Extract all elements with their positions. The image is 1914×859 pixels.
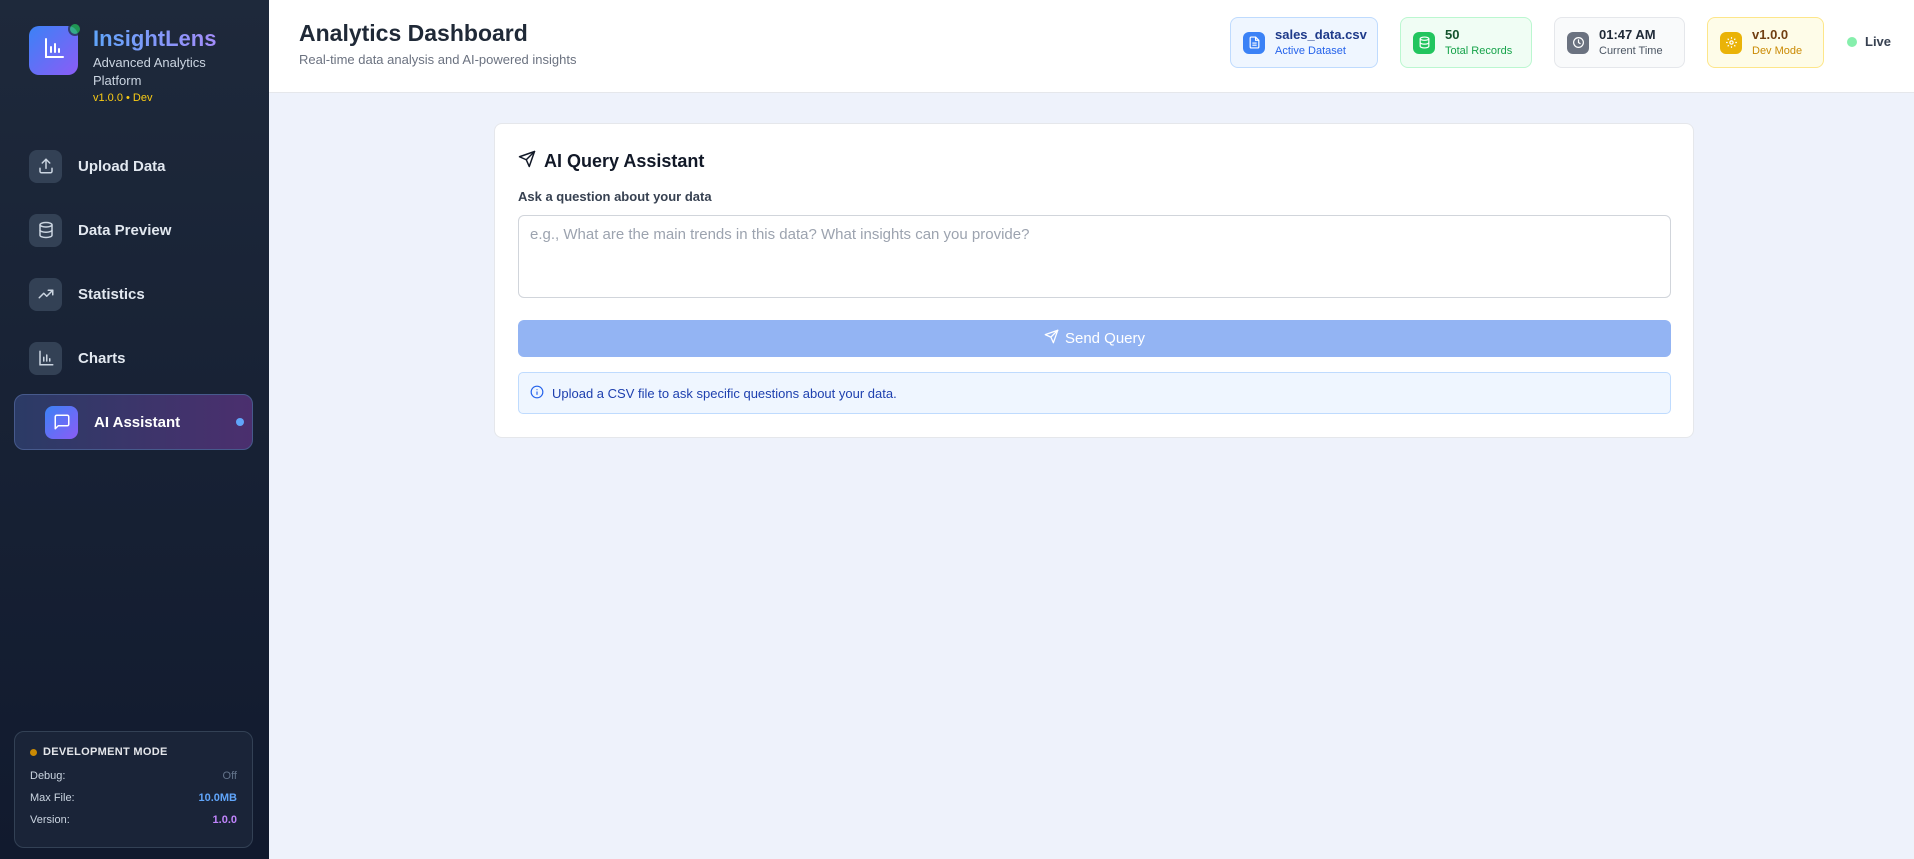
- stat-active-dataset: sales_data.csv Active Dataset: [1230, 17, 1378, 68]
- live-indicator: Live: [1847, 34, 1891, 49]
- brand-name: InsightLens: [93, 26, 223, 52]
- sidebar-item-upload-data[interactable]: Upload Data: [14, 138, 253, 194]
- query-input[interactable]: [518, 215, 1671, 298]
- info-text: Upload a CSV file to ask specific questi…: [552, 385, 897, 401]
- sidebar-item-label: Statistics: [78, 285, 145, 303]
- sidebar-nav: Upload Data Data Preview Statistics Char…: [14, 138, 253, 458]
- dev-panel-title: DEVELOPMENT MODE: [43, 746, 168, 758]
- settings-icon: [1720, 31, 1742, 54]
- status-dot: [68, 22, 82, 36]
- send-query-label: Send Query: [1064, 330, 1146, 347]
- brand-subtitle: Advanced Analytics Platform: [93, 55, 206, 88]
- dev-row-version: Version: 1.0.0: [30, 814, 237, 826]
- brand: InsightLens Advanced Analytics Platform …: [29, 22, 223, 104]
- send-icon: [1044, 329, 1065, 348]
- top-header: Analytics Dashboard Real-time data analy…: [269, 0, 1914, 93]
- send-query-button[interactable]: Send Query: [518, 320, 1671, 357]
- database-icon: [1413, 31, 1435, 54]
- query-field-label: Ask a question about your data: [518, 189, 712, 204]
- sidebar-item-label: Upload Data: [78, 157, 166, 175]
- info-banner: Upload a CSV file to ask specific questi…: [518, 372, 1671, 414]
- stat-label: Active Dataset: [1275, 44, 1346, 57]
- stat-value: sales_data.csv: [1275, 26, 1367, 42]
- dev-row-debug: Debug: Off: [30, 770, 237, 782]
- dev-row-value: 1.0.0: [212, 814, 237, 826]
- sidebar-item-label: AI Assistant: [94, 413, 181, 431]
- database-icon: [29, 213, 62, 247]
- info-icon: [530, 385, 552, 402]
- bar-chart-icon: [29, 341, 62, 375]
- dev-row-label: Version:: [30, 814, 70, 826]
- active-indicator: [236, 418, 244, 426]
- live-label: Live: [1865, 34, 1892, 49]
- file-icon: [1243, 31, 1265, 54]
- sidebar-item-ai-assistant[interactable]: AI Assistant: [14, 394, 253, 450]
- sidebar-item-label: Data Preview: [78, 221, 172, 239]
- brand-logo: [29, 22, 82, 75]
- sidebar-item-statistics[interactable]: Statistics: [14, 266, 253, 322]
- stat-label: Current Time: [1599, 44, 1663, 57]
- version-tag: v1.0.0 • Dev: [93, 92, 153, 104]
- dev-row-value: Off: [222, 770, 237, 782]
- page-subtitle: Real-time data analysis and AI-powered i…: [299, 52, 577, 67]
- card-title: AI Query Assistant: [544, 151, 705, 171]
- dev-row-value: 10.0MB: [198, 792, 237, 804]
- bar-chart-icon: [42, 36, 66, 65]
- stat-dev-mode: v1.0.0 Dev Mode: [1707, 17, 1824, 68]
- upload-icon: [29, 149, 62, 183]
- trending-up-icon: [29, 277, 62, 311]
- dev-mode-panel: DEVELOPMENT MODE Debug: Off Max File: 10…: [14, 731, 253, 848]
- stat-label: Total Records: [1445, 44, 1513, 57]
- sidebar-item-label: Charts: [78, 349, 126, 367]
- stat-total-records: 50 Total Records: [1400, 17, 1532, 68]
- sidebar-item-charts[interactable]: Charts: [14, 330, 253, 386]
- ai-query-card: AI Query Assistant Ask a question about …: [494, 123, 1694, 438]
- message-square-icon: [45, 405, 78, 439]
- stat-label: Dev Mode: [1752, 44, 1803, 57]
- clock-icon: [1567, 31, 1589, 54]
- send-icon: [518, 150, 544, 173]
- dev-row-label: Max File:: [30, 792, 75, 804]
- dev-status-dot: [30, 748, 37, 756]
- sidebar-item-data-preview[interactable]: Data Preview: [14, 202, 253, 258]
- stat-value: v1.0.0: [1752, 26, 1789, 42]
- dev-row-max-file: Max File: 10.0MB: [30, 792, 237, 804]
- live-dot: [1847, 36, 1857, 47]
- stat-value: 01:47 AM: [1599, 26, 1656, 42]
- stat-value: 50: [1445, 26, 1460, 42]
- stat-current-time: 01:47 AM Current Time: [1554, 17, 1685, 68]
- page-title: Analytics Dashboard: [299, 20, 528, 46]
- sidebar: InsightLens Advanced Analytics Platform …: [0, 0, 269, 859]
- dev-row-label: Debug:: [30, 770, 66, 782]
